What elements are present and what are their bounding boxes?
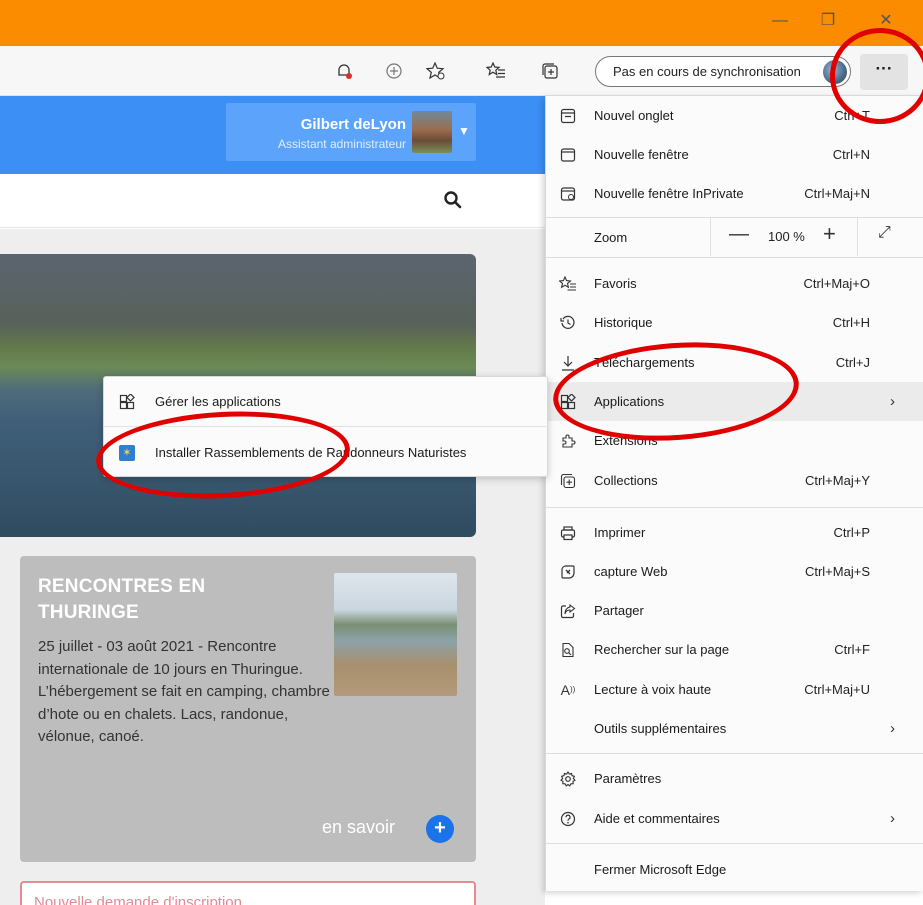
user-role: Assistant administrateur — [277, 137, 406, 151]
menu-item-collections[interactable]: Collections Ctrl+Maj+Y — [545, 461, 923, 500]
new-tab-icon — [559, 107, 577, 125]
menu-item-inprivate[interactable]: Nouvelle fenêtre InPrivate Ctrl+Maj+N — [545, 174, 923, 213]
collections-icon — [559, 472, 577, 490]
read-aloud-icon: A)) — [560, 681, 576, 698]
apps-icon — [118, 393, 136, 411]
menu-shortcut: Ctrl+Maj+N — [804, 186, 870, 201]
user-name: Gilbert deLyon — [300, 116, 406, 133]
sync-profile-button[interactable]: Pas en cours de synchronisation — [595, 56, 851, 87]
menu-shortcut: Ctrl+Maj+Y — [804, 473, 870, 488]
menu-shortcut: Ctrl+Maj+S — [804, 564, 870, 579]
help-icon — [559, 810, 577, 828]
minimize-button[interactable]: — — [760, 8, 800, 34]
menu-separator — [545, 843, 923, 844]
menu-label: Nouvel onglet — [594, 108, 674, 123]
print-icon — [559, 524, 577, 542]
add-tab-icon[interactable] — [381, 58, 407, 84]
menu-label: Partager — [594, 603, 644, 618]
event-title-line2: THURINGE — [38, 602, 139, 623]
caret-down-icon[interactable]: ▼ — [458, 124, 470, 138]
find-icon — [559, 641, 577, 659]
zoom-out-button[interactable]: — — [729, 223, 749, 246]
event-description: 25 juillet - 03 août 2021 - Rencontre in… — [38, 638, 330, 745]
collections-icon[interactable] — [537, 58, 563, 84]
chevron-right-icon: › — [890, 393, 895, 410]
share-icon — [559, 602, 577, 620]
zoom-value: 100 % — [768, 229, 805, 244]
user-avatar — [412, 111, 452, 153]
menu-label: capture Web — [594, 564, 668, 579]
menu-label: Aide et commentaires — [594, 811, 720, 826]
menu-label: Rechercher sur la page — [594, 642, 730, 657]
menu-item-settings[interactable]: Paramètres — [545, 759, 923, 798]
menu-label: Historique — [594, 315, 653, 330]
annotation-circle — [830, 28, 923, 124]
menu-item-more-tools[interactable]: Outils supplémentaires › — [545, 709, 923, 748]
event-title: RENCONTRES EN THURINGE — [38, 574, 318, 626]
submenu-item-manage-apps[interactable]: Gérer les applications — [103, 382, 548, 421]
plus-icon[interactable]: + — [426, 815, 454, 843]
menu-shortcut: Ctrl+J — [835, 355, 870, 370]
fullscreen-icon[interactable]: ⤢ — [878, 224, 891, 242]
menu-label: Collections — [594, 473, 658, 488]
menu-item-history[interactable]: Historique Ctrl+H — [545, 303, 923, 342]
zoom-in-button[interactable]: + — [823, 221, 836, 247]
menu-item-read-aloud[interactable]: A)) Lecture à voix haute Ctrl+Maj+U — [545, 670, 923, 709]
submenu-label: Gérer les applications — [155, 394, 281, 409]
menu-shortcut: Ctrl+Maj+U — [804, 682, 870, 697]
menu-item-favorites[interactable]: Favoris Ctrl+Maj+O — [545, 264, 923, 303]
menu-item-web-capture[interactable]: capture Web Ctrl+Maj+S — [545, 552, 923, 591]
menu-separator — [545, 257, 923, 258]
menu-shortcut: Ctrl+H — [832, 315, 870, 330]
menu-label: Outils supplémentaires — [594, 721, 727, 736]
favorites-icon — [559, 275, 577, 293]
menu-label: Paramètres — [594, 771, 662, 786]
menu-item-close-edge[interactable]: Fermer Microsoft Edge — [545, 850, 923, 889]
menu-item-new-window[interactable]: Nouvelle fenêtre Ctrl+N — [545, 135, 923, 174]
restore-button[interactable]: ❐ — [808, 8, 848, 34]
menu-item-print[interactable]: Imprimer Ctrl+P — [545, 513, 923, 552]
chevron-right-icon: › — [890, 720, 895, 737]
menu-item-find-on-page[interactable]: Rechercher sur la page Ctrl+F — [545, 630, 923, 669]
menu-shortcut: Ctrl+F — [834, 642, 870, 657]
chevron-right-icon: › — [890, 810, 895, 827]
menu-item-share[interactable]: Partager — [545, 591, 923, 630]
learn-more-link[interactable]: en savoir — [322, 817, 395, 838]
menu-separator — [545, 507, 923, 508]
menu-label: Nouvelle fenêtre — [594, 147, 689, 162]
search-icon[interactable] — [442, 189, 464, 211]
menu-label: Imprimer — [594, 525, 646, 540]
inprivate-icon — [559, 185, 577, 203]
event-title-line1: RENCONTRES EN — [38, 576, 206, 597]
menu-label: Lecture à voix haute — [594, 682, 712, 697]
menu-item-help[interactable]: Aide et commentaires › — [545, 799, 923, 838]
menu-label: Fermer Microsoft Edge — [594, 862, 727, 877]
settings-icon — [559, 770, 577, 788]
bell-icon[interactable] — [331, 58, 357, 84]
menu-separator — [545, 753, 923, 754]
zoom-label: Zoom — [594, 229, 628, 245]
zoom-divider — [857, 218, 858, 256]
extensions-icon — [559, 432, 577, 450]
menu-label: Favoris — [594, 276, 637, 291]
favorites-list-icon[interactable] — [483, 58, 509, 84]
menu-shortcut: Ctrl+P — [833, 525, 870, 540]
menu-label: Nouvelle fenêtre InPrivate — [594, 186, 744, 201]
history-icon — [559, 314, 577, 332]
menu-shortcut: Ctrl+N — [832, 147, 870, 162]
sync-label: Pas en cours de synchronisation — [613, 64, 801, 79]
zoom-divider — [710, 218, 711, 256]
new-window-icon — [559, 146, 577, 164]
menu-shortcut: Ctrl+Maj+O — [803, 276, 870, 291]
event-photo — [334, 573, 457, 696]
pending-request-text: Nouvelle demande d'inscription — [34, 894, 242, 905]
web-capture-icon — [559, 563, 577, 581]
favorite-star-icon[interactable] — [423, 58, 449, 84]
